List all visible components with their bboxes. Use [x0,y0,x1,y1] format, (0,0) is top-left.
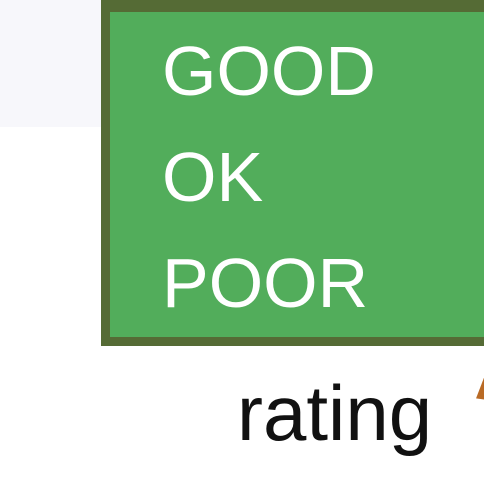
arrow-tip-icon [476,372,484,400]
option-poor: POOR [162,244,369,322]
option-good: GOOD [162,32,376,110]
rating-caption: rating [237,369,433,457]
rating-options-box: GOOD OK POOR [101,0,484,346]
option-ok: OK [162,138,264,216]
diagram-canvas: GOOD OK POOR rating [0,0,484,486]
